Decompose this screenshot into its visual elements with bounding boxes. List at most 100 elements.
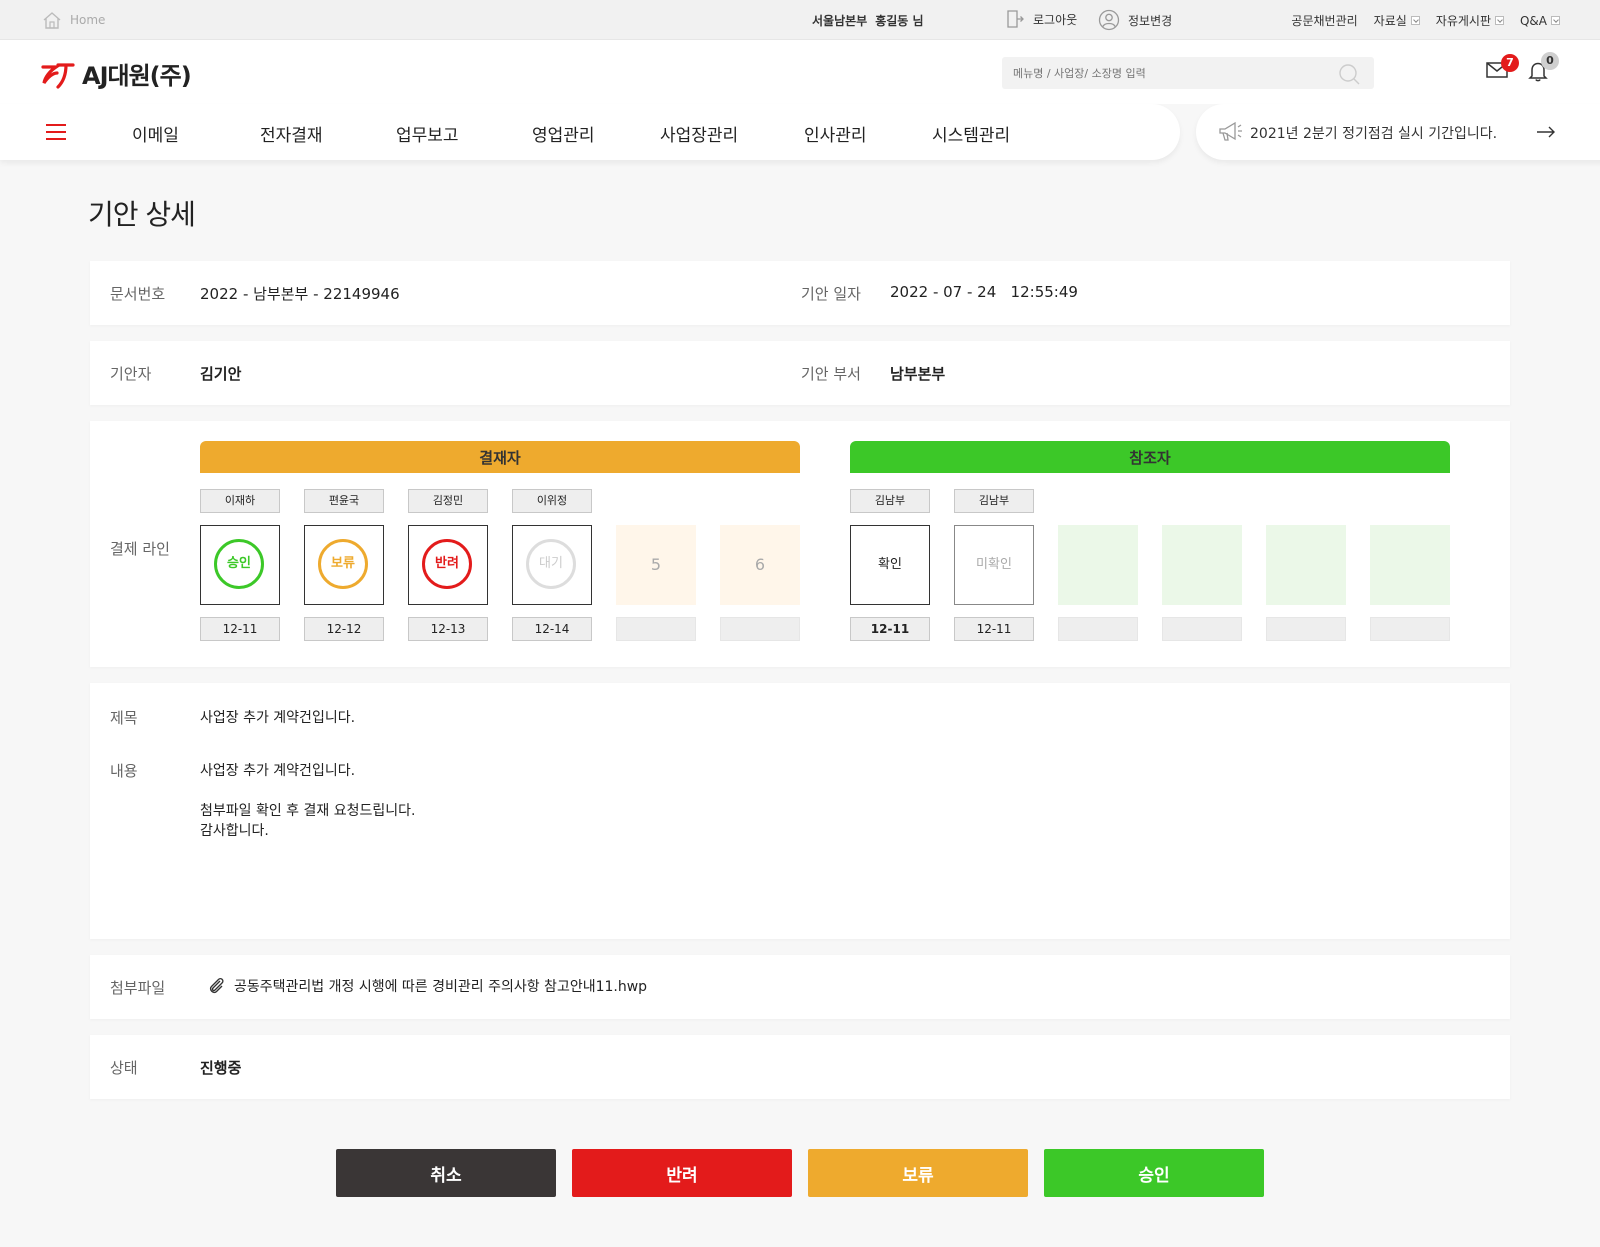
referrer-slot: 확인 bbox=[850, 525, 930, 605]
logout-button[interactable]: 로그아웃 bbox=[1005, 9, 1077, 29]
approver-date-empty bbox=[616, 617, 696, 641]
nav-item-site[interactable]: 사업장관리 bbox=[660, 121, 738, 146]
referrer-empty-slot bbox=[1058, 525, 1138, 605]
menu-free-board[interactable]: 자유게시판 bbox=[1436, 12, 1504, 29]
body-line: 첨부파일 확인 후 결재 요청드립니다. bbox=[200, 803, 416, 819]
notification-button[interactable]: 0 bbox=[1528, 52, 1559, 86]
approver-name: 편윤국 bbox=[304, 489, 384, 513]
referrer-date: 12-11 bbox=[850, 617, 930, 641]
approver-slot: 반려 bbox=[408, 525, 488, 605]
logout-label: 로그아웃 bbox=[1033, 12, 1078, 27]
referrers-header: 참조자 bbox=[850, 441, 1450, 473]
reject-button[interactable]: 반려 bbox=[572, 1149, 792, 1197]
status-row: 상태 진행중 bbox=[90, 1035, 1510, 1099]
notice-banner[interactable]: 2021년 2분기 정기점검 실시 기간입니다. bbox=[1196, 104, 1600, 160]
megaphone-icon bbox=[1219, 121, 1242, 141]
main-nav: 이메일 전자결재 업무보고 영업관리 사업장관리 인사관리 시스템관리 bbox=[0, 104, 1180, 160]
referrer-slot: 미확인 bbox=[954, 525, 1034, 605]
approval-line-card: 결제 라인 결재자 이재하 편윤국 김정민 이위정 승인 보류 반려 대기 5 … bbox=[90, 421, 1510, 667]
referrer-empty-slot bbox=[1370, 525, 1450, 605]
menu-label: 자유게시판 bbox=[1435, 14, 1491, 28]
mail-button[interactable]: 7 bbox=[1486, 54, 1519, 82]
chevron-down-icon bbox=[1410, 16, 1420, 25]
notification-count-badge: 0 bbox=[1541, 52, 1559, 70]
hold-button[interactable]: 보류 bbox=[808, 1149, 1028, 1197]
drafter-value: 김기안 bbox=[200, 365, 242, 383]
doc-no-label: 문서번호 bbox=[110, 285, 166, 303]
approver-name: 김정민 bbox=[408, 489, 488, 513]
body-label: 내용 bbox=[110, 762, 138, 780]
rejected-stamp: 반려 bbox=[422, 539, 472, 589]
menu-label: 공문채번관리 bbox=[1291, 14, 1358, 28]
approver-date: 12-14 bbox=[512, 617, 592, 641]
body-line: 사업장 추가 계약건입니다. bbox=[200, 763, 356, 779]
search-input[interactable] bbox=[1002, 57, 1322, 89]
body-line: 감사합니다. bbox=[200, 823, 269, 839]
utility-menu: 공문채번관리 자료실 자유게시판 Q&A bbox=[1291, 12, 1560, 29]
referrer-date-empty bbox=[1370, 617, 1450, 641]
menu-qna[interactable]: Q&A bbox=[1520, 12, 1560, 29]
user-name: 홍길동 님 bbox=[875, 14, 924, 28]
mail-count-badge: 7 bbox=[1501, 54, 1519, 72]
subject-label: 제목 bbox=[110, 709, 138, 727]
attachment-label: 첨부파일 bbox=[110, 979, 166, 997]
doc-no-value: 2022 - 남부본부 - 22149946 bbox=[200, 285, 400, 303]
home-link[interactable]: Home bbox=[42, 11, 105, 29]
approver-slot: 승인 bbox=[200, 525, 280, 605]
approver-name: 이재하 bbox=[200, 489, 280, 513]
logo[interactable]: AJ대원(주) bbox=[40, 56, 192, 91]
slot-number: 5 bbox=[650, 555, 662, 574]
approve-button[interactable]: 승인 bbox=[1044, 1149, 1264, 1197]
search-box bbox=[1002, 57, 1374, 89]
logo-text: AJ대원(주) bbox=[82, 62, 192, 90]
drafter-row: 기안자 김기안 기안 부서 남부본부 bbox=[90, 341, 1510, 405]
nav-item-hr[interactable]: 인사관리 bbox=[804, 121, 867, 146]
menu-archive[interactable]: 자료실 bbox=[1374, 12, 1420, 29]
approver-slot: 대기 bbox=[512, 525, 592, 605]
menu-doc-numbering[interactable]: 공문채번관리 bbox=[1291, 12, 1357, 29]
attachment-row: 첨부파일 공동주택관리법 개정 시행에 따른 경비관리 주의사항 참고안내11.… bbox=[90, 955, 1510, 1019]
nav-item-report[interactable]: 업무보고 bbox=[396, 121, 459, 146]
nav-item-approval[interactable]: 전자결재 bbox=[260, 121, 323, 146]
dept-label: 기안 부서 bbox=[801, 365, 861, 383]
content-card: 제목 사업장 추가 계약건입니다. 내용 사업장 추가 계약건입니다. 첨부파일… bbox=[90, 683, 1510, 939]
approver-empty-slot: 5 bbox=[616, 525, 696, 605]
draft-date-label: 기안 일자 bbox=[801, 285, 861, 303]
referrer-empty-slot bbox=[1162, 525, 1242, 605]
hamburger-menu-icon[interactable] bbox=[46, 124, 66, 140]
approver-date-empty bbox=[720, 617, 800, 641]
profile-edit-button[interactable]: 정보변경 bbox=[1098, 9, 1172, 31]
arrow-right-icon[interactable] bbox=[1536, 126, 1556, 138]
search-icon[interactable] bbox=[1338, 63, 1360, 85]
approver-name: 이위정 bbox=[512, 489, 592, 513]
unconfirmed-status: 미확인 bbox=[976, 557, 1012, 572]
slot-number: 6 bbox=[754, 555, 766, 574]
home-label: Home bbox=[70, 13, 106, 27]
referrer-date-empty bbox=[1058, 617, 1138, 641]
status-value: 진행중 bbox=[200, 1059, 242, 1077]
nav-item-email[interactable]: 이메일 bbox=[132, 121, 179, 146]
header: AJ대원(주) 7 0 bbox=[0, 40, 1600, 104]
approvers-header: 결재자 bbox=[200, 441, 800, 473]
nav-item-system[interactable]: 시스템관리 bbox=[932, 121, 1010, 146]
home-icon bbox=[43, 12, 61, 29]
approved-stamp: 승인 bbox=[214, 539, 264, 589]
approval-line-label: 결제 라인 bbox=[110, 540, 170, 558]
referrer-name: 김남부 bbox=[850, 489, 930, 513]
profile-label: 정보변경 bbox=[1128, 13, 1173, 28]
referrer-name: 김남부 bbox=[954, 489, 1034, 513]
approver-date: 12-12 bbox=[304, 617, 384, 641]
chevron-down-icon bbox=[1551, 16, 1560, 25]
approver-slot: 보류 bbox=[304, 525, 384, 605]
menu-label: 자료실 bbox=[1373, 14, 1407, 28]
hold-stamp: 보류 bbox=[318, 539, 368, 589]
approver-date: 12-11 bbox=[200, 617, 280, 641]
attachment-link[interactable]: 공동주택관리법 개정 시행에 따른 경비관리 주의사항 참고안내11.hwp bbox=[208, 976, 647, 996]
cancel-button[interactable]: 취소 bbox=[336, 1149, 556, 1197]
doc-info-row: 문서번호 2022 - 남부본부 - 22149946 기안 일자 2022 -… bbox=[90, 261, 1510, 325]
menu-label: Q&A bbox=[1519, 13, 1547, 28]
nav-item-sales[interactable]: 영업관리 bbox=[532, 121, 595, 146]
top-utility-bar: Home 서울남본부 홍길동 님 로그아웃 정보변경 공문채번관리 자료실 자유게… bbox=[0, 0, 1600, 40]
branch-name: 서울남본부 bbox=[812, 14, 868, 28]
dept-value: 남부본부 bbox=[890, 365, 946, 383]
